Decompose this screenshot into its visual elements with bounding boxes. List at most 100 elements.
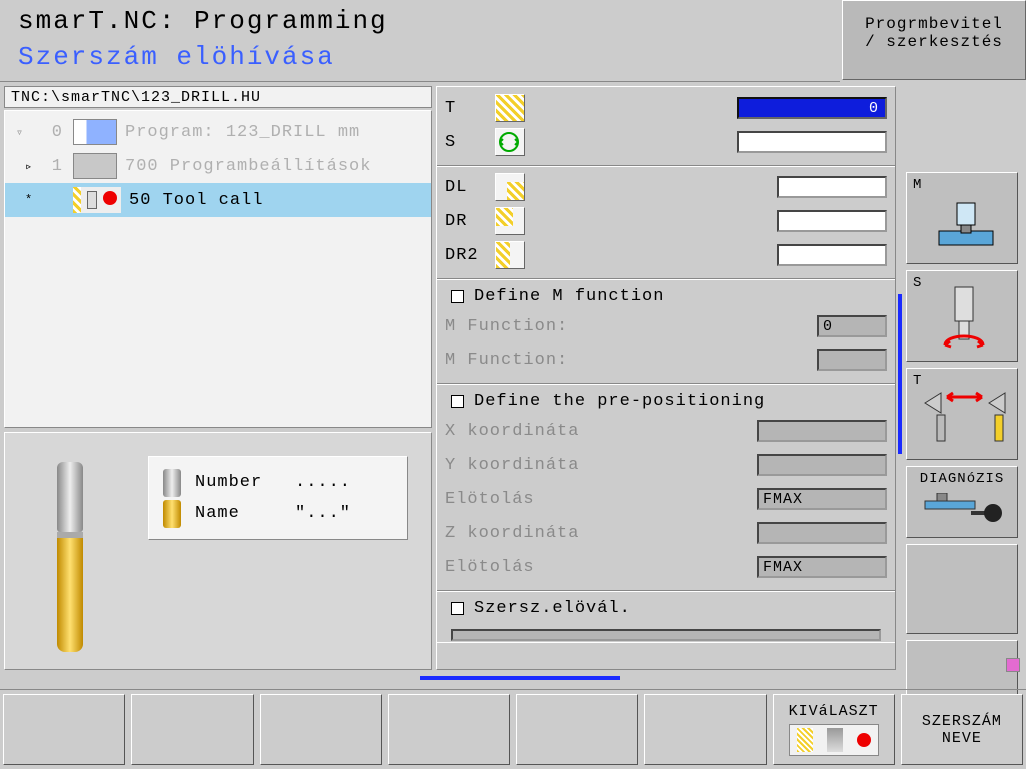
prepos-check-label: Define the pre-positioning [474,392,765,411]
expander-icon[interactable]: ▹ [11,159,29,174]
dr2-input[interactable] [777,244,887,266]
dl-input[interactable] [777,176,887,198]
tool-number-value: ..... [295,473,351,492]
tree-row-toolcall[interactable]: * 50 Tool call [5,183,431,217]
tool-number-label: Number [195,473,295,492]
header: smarT.NC: Programming Szerszám elöhívása… [0,0,1026,82]
feed1-input[interactable] [757,488,887,510]
scroll-indicator-horizontal[interactable] [420,676,620,680]
tree-label: 50 Tool call [129,191,263,210]
status-dot [1006,658,1020,672]
title-area: smarT.NC: Programming Szerszám elöhívása [0,0,840,82]
z-coord-label: Z koordináta [445,524,605,543]
softkey-4[interactable] [388,694,510,765]
tree-row-program[interactable]: ▿ 0 Program: 123_DRILL mm [5,115,431,149]
dr-icon[interactable] [495,207,525,235]
s-input[interactable] [737,131,887,153]
softkey-name-line2: NEVE [942,730,982,747]
feed2-input[interactable] [757,556,887,578]
mode-indicator[interactable]: Progrmbevitel / szerkesztés [842,0,1026,80]
diagnosis-icon [921,493,1007,529]
machine-icon [931,195,1001,255]
softkey-bar: KIVáLASZT SZERSZÁM NEVE [0,689,1026,769]
sidekey-m[interactable]: M [906,172,1018,264]
softkey-5[interactable] [516,694,638,765]
spindle-icon[interactable] [495,128,525,156]
sidekey-empty-1[interactable] [906,544,1018,634]
feed1-label: Elötolás [445,490,605,509]
mode-line2: / szerkesztés [843,33,1025,51]
s-label: S [445,133,495,152]
prepos-checkbox[interactable] [451,395,464,408]
tool-number-icon [163,469,181,497]
m-func1-input[interactable] [817,315,887,337]
select-icon-tool [797,728,813,752]
sidekey-s-label: S [913,275,922,291]
tool-name-value: "..." [295,504,351,523]
preselect-field[interactable] [451,629,881,641]
tree-num: 1 [29,157,73,176]
spindle-icon [937,285,991,355]
form-panel: T 0 S DL [436,86,896,670]
softkey-tool-name[interactable]: SZERSZÁM NEVE [901,694,1023,765]
tree-label: 700 Programbeállítások [125,157,371,176]
softkey-select[interactable]: KIVáLASZT [773,694,895,765]
x-coord-input[interactable] [757,420,887,442]
sidekey-diag-label: DIAGNóZIS [913,471,1011,487]
main: TNC:\smarTNC\123_DRILL.HU ▿ 0 Program: 1… [0,82,1026,682]
t-input[interactable]: 0 [737,97,887,119]
leaf-icon: * [11,193,29,207]
select-icon-holder [827,728,843,752]
page-subtitle: Szerszám elöhívása [18,42,335,72]
sidekey-m-label: M [913,177,922,193]
tool-info-card: Number ..... Name "..." [148,456,408,540]
scroll-indicator-vertical[interactable] [898,294,902,454]
tool-change-icon [917,385,1012,451]
softkey-3[interactable] [260,694,382,765]
dr2-icon[interactable] [495,241,525,269]
m-function-check-label: Define M function [474,287,664,306]
softkey-1[interactable] [3,694,125,765]
tool-icon[interactable] [495,94,525,122]
sidekey-diagnosis[interactable]: DIAGNóZIS [906,466,1018,538]
softkey-6[interactable] [644,694,766,765]
expander-icon[interactable]: ▿ [11,125,29,140]
y-coord-input[interactable] [757,454,887,476]
m-func2-label: M Function: [445,351,605,370]
m-func2-input[interactable] [817,349,887,371]
dr-input[interactable] [777,210,887,232]
tool-name-icon [163,500,181,528]
select-icon-dot [857,733,871,747]
tree-num: 0 [29,123,73,142]
dl-label: DL [445,178,495,197]
select-icons [789,724,879,756]
softkey-2[interactable] [131,694,253,765]
program-tree[interactable]: ▿ 0 Program: 123_DRILL mm ▹ 1 700 Progra… [4,110,432,428]
sidekey-s[interactable]: S [906,270,1018,362]
preselect-checkbox[interactable] [451,602,464,615]
tree-row-settings[interactable]: ▹ 1 700 Programbeállítások [5,149,431,183]
feed2-label: Elötolás [445,558,605,577]
mode-line1: Progrmbevitel [843,15,1025,33]
sidekey-t[interactable]: T [906,368,1018,460]
file-path: TNC:\smarTNC\123_DRILL.HU [4,86,432,108]
app-title: smarT.NC: Programming [18,6,388,36]
tree-label: Program: 123_DRILL mm [125,123,360,142]
x-coord-label: X koordináta [445,422,605,441]
dr2-label: DR2 [445,246,495,265]
program-icon [73,119,117,145]
settings-icon [73,153,117,179]
drill-graphic [50,462,90,658]
z-coord-input[interactable] [757,522,887,544]
tool-name-label: Name [195,504,295,523]
t-label: T [445,99,495,118]
m-func1-label: M Function: [445,317,605,336]
softkey-name-line1: SZERSZÁM [922,713,1002,730]
softkey-select-label: KIVáLASZT [789,703,879,720]
preselect-check-label: Szersz.elövál. [474,599,631,618]
dr-label: DR [445,212,495,231]
tool-call-icon [73,187,121,213]
side-function-keys: M S T [906,172,1024,712]
m-function-checkbox[interactable] [451,290,464,303]
dl-icon[interactable] [495,173,525,201]
